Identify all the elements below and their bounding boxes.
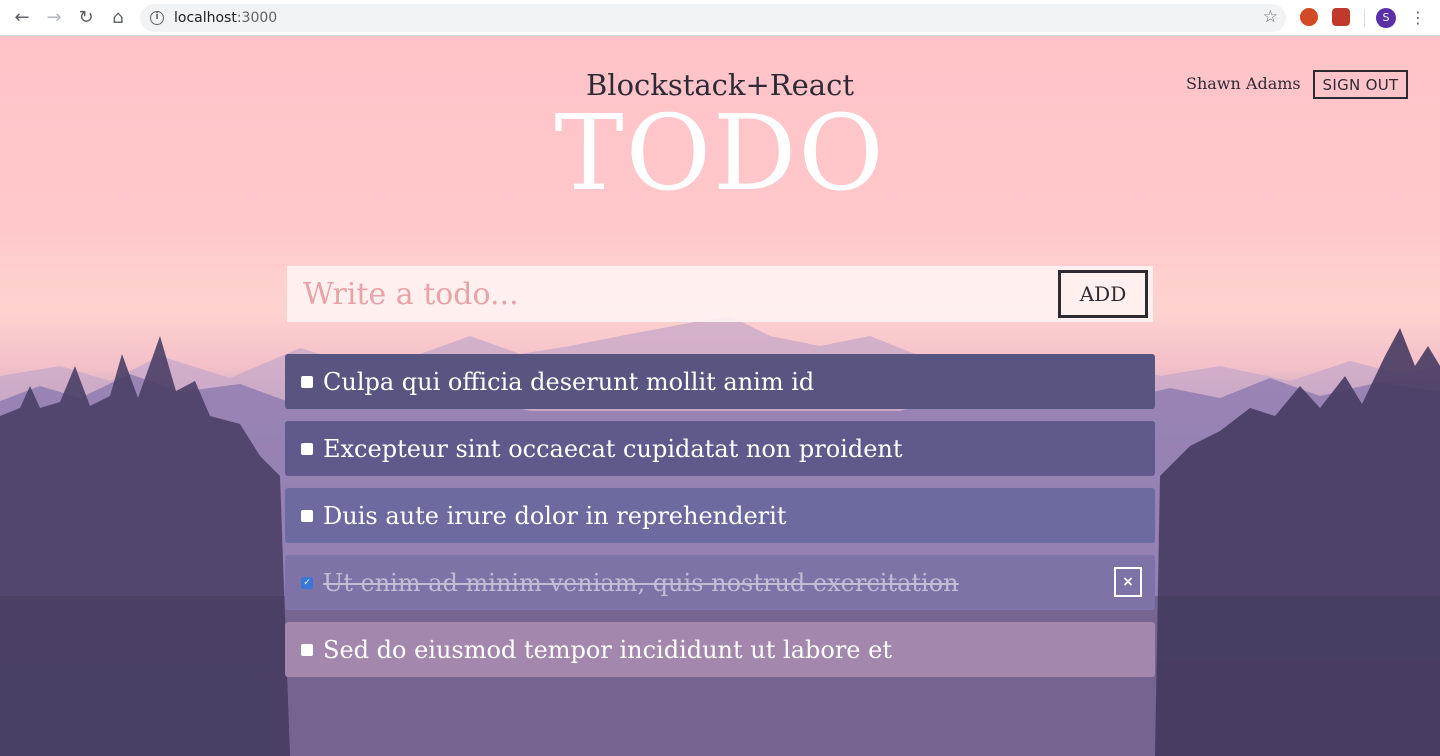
- url-port: :3000: [236, 10, 278, 26]
- todo-text: Culpa qui officia deserunt mollit anim i…: [323, 367, 815, 396]
- todo-checkbox-checked[interactable]: ✓: [301, 576, 313, 589]
- add-button[interactable]: ADD: [1058, 270, 1148, 318]
- todo-text: Excepteur sint occaecat cupidatat non pr…: [323, 434, 903, 463]
- todo-form: ADD: [287, 266, 1153, 322]
- page-title: TODO: [554, 92, 886, 214]
- extension-shield-icon[interactable]: [1300, 8, 1318, 26]
- info-icon[interactable]: i: [150, 11, 164, 25]
- url-host: localhost: [174, 10, 237, 26]
- back-arrow-icon[interactable]: ←: [6, 2, 38, 34]
- app-page: Shawn Adams SIGN OUT Blockstack+React TO…: [0, 36, 1440, 756]
- todo-text: Ut enim ad minim veniam, quis nostrud ex…: [323, 568, 959, 597]
- todo-item-completed[interactable]: ✓ Ut enim ad minim veniam, quis nostrud …: [285, 555, 1155, 610]
- toolbar-divider: [1364, 9, 1365, 27]
- browser-toolbar: ← → ↻ ⌂ i localhost:3000 ☆ S ⋮: [0, 0, 1440, 36]
- todo-text: Sed do eiusmod tempor incididunt ut labo…: [323, 635, 892, 664]
- todo-list: Culpa qui officia deserunt mollit anim i…: [285, 354, 1155, 689]
- reload-icon[interactable]: ↻: [70, 2, 102, 34]
- todo-item[interactable]: Duis aute irure dolor in reprehenderit: [285, 488, 1155, 543]
- extension-icon[interactable]: [1332, 8, 1350, 26]
- bookmark-star-icon[interactable]: ☆: [1263, 7, 1278, 27]
- todo-checkbox[interactable]: [301, 509, 313, 522]
- todo-checkbox[interactable]: [301, 643, 313, 656]
- todo-checkbox[interactable]: [301, 375, 313, 388]
- remove-todo-button[interactable]: ×: [1114, 567, 1142, 597]
- home-icon[interactable]: ⌂: [102, 2, 134, 34]
- todo-item[interactable]: Excepteur sint occaecat cupidatat non pr…: [285, 421, 1155, 476]
- menu-kebab-icon[interactable]: ⋮: [1410, 6, 1426, 30]
- todo-checkbox[interactable]: [301, 442, 313, 455]
- address-bar[interactable]: i localhost:3000 ☆: [140, 4, 1286, 32]
- profile-avatar[interactable]: S: [1376, 8, 1396, 28]
- todo-input[interactable]: [287, 266, 1058, 322]
- todo-text: Duis aute irure dolor in reprehenderit: [323, 501, 787, 530]
- forward-arrow-icon[interactable]: →: [38, 2, 70, 34]
- todo-item[interactable]: Sed do eiusmod tempor incididunt ut labo…: [285, 622, 1155, 677]
- todo-item[interactable]: Culpa qui officia deserunt mollit anim i…: [285, 354, 1155, 409]
